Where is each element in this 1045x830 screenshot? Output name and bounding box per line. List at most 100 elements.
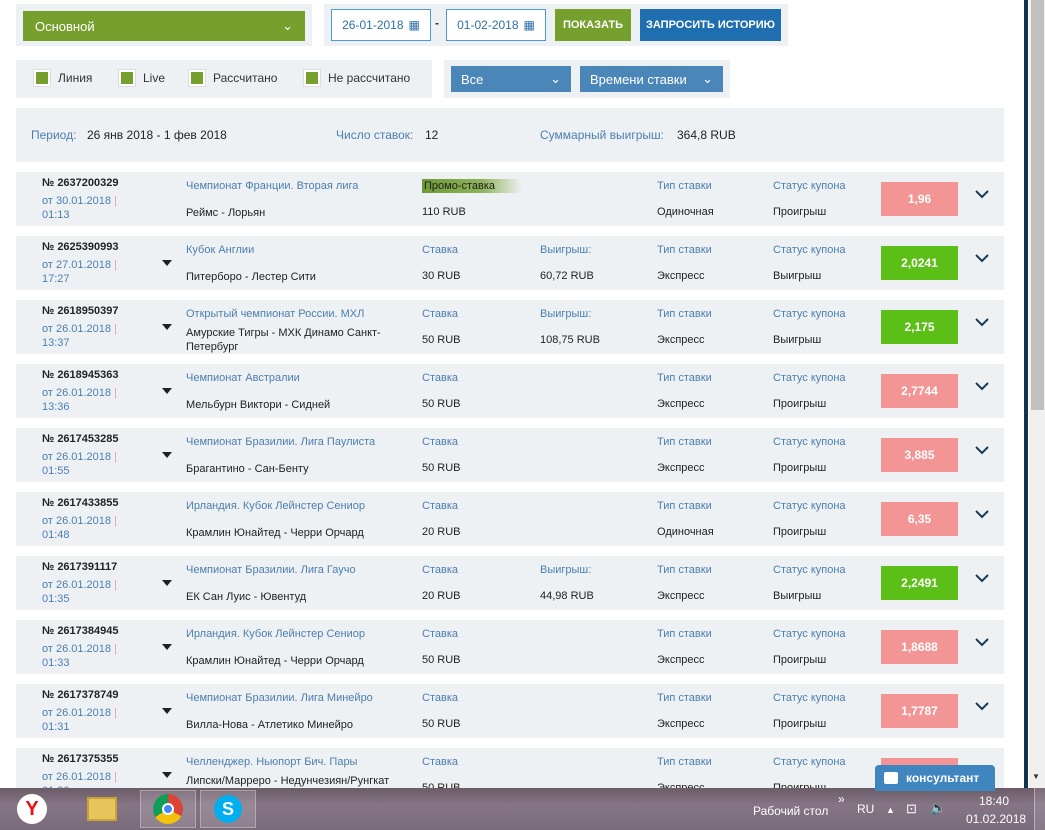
caret-down-icon[interactable] <box>162 452 172 458</box>
checkbox-live[interactable]: Live <box>118 69 166 87</box>
scrollbar-thumb[interactable] <box>1031 0 1044 410</box>
show-desktop-button[interactable] <box>1034 788 1045 830</box>
league-name[interactable]: Ирландия. Кубок Лейнстер Сениор <box>186 628 365 640</box>
skype-icon[interactable]: S <box>200 790 256 828</box>
coupon-status-value: Проигрыш <box>773 526 827 538</box>
match-name: ЕК Сан Луис - Ювентуд <box>186 591 307 603</box>
bet-type-label: Тип ставки <box>657 500 712 512</box>
match-name: Реймс - Лорьян <box>186 207 266 219</box>
stake-value: 50 RUB <box>422 334 461 346</box>
volume-icon[interactable]: 🔈 <box>930 800 946 816</box>
bet-number: № 2617433855 <box>42 497 119 509</box>
checkbox-checked-icon[interactable] <box>303 69 321 87</box>
desktop-toolbar-label[interactable]: Рабочий стол <box>753 804 828 818</box>
league-name[interactable]: Открытый чемпионат России. МХЛ <box>186 308 364 320</box>
stake-label: Ставка <box>422 628 458 640</box>
language-indicator[interactable]: RU <box>857 802 874 816</box>
clock-time[interactable]: 18:40 <box>979 794 1009 808</box>
account-select[interactable]: Основной ⌄ <box>23 11 305 41</box>
bet-time: 01:55 <box>42 465 70 477</box>
expand-chevron-icon[interactable] <box>974 314 990 330</box>
bet-date: от 26.01.2018 | <box>42 323 117 335</box>
network-icon[interactable]: ⊡ <box>906 801 917 817</box>
checkbox-checked-icon[interactable] <box>188 69 206 87</box>
league-name[interactable]: Чемпионат Франции. Вторая лига <box>186 180 358 192</box>
caret-down-icon[interactable] <box>162 388 172 394</box>
league-name[interactable]: Чемпионат Бразилии. Лига Минейро <box>186 692 373 704</box>
checkbox-settled[interactable]: Рассчитано <box>188 69 277 87</box>
chrome-icon[interactable] <box>140 790 196 828</box>
file-explorer-icon[interactable] <box>80 790 124 828</box>
league-name[interactable]: Кубок Англии <box>186 244 254 256</box>
expand-chevron-icon[interactable] <box>974 186 990 202</box>
yandex-browser-icon[interactable]: Y <box>10 790 54 828</box>
stake-label: Ставка <box>422 436 458 448</box>
account-select-value: Основной <box>35 18 95 34</box>
caret-down-icon[interactable] <box>162 644 172 650</box>
expand-chevron-icon[interactable] <box>974 250 990 266</box>
bet-row[interactable]: № 2617391117 от 26.01.2018 | 01:35 Чемпи… <box>16 556 1004 610</box>
bet-number: № 2617384945 <box>42 625 119 637</box>
bet-type-label: Тип ставки <box>657 564 712 576</box>
checkbox-unsettled[interactable]: Не рассчитано <box>303 69 410 87</box>
caret-down-icon[interactable] <box>162 580 172 586</box>
bet-row[interactable]: № 2617433855 от 26.01.2018 | 01:48 Ирлан… <box>16 492 1004 546</box>
stake-value: 30 RUB <box>422 270 461 282</box>
bet-date-value: от 26.01.2018 <box>42 707 112 719</box>
bet-row[interactable]: № 2618945363 от 26.01.2018 | 13:36 Чемпи… <box>16 364 1004 418</box>
toolbar-chevrons[interactable]: » <box>838 792 845 806</box>
bet-row[interactable]: № 2617384945 от 26.01.2018 | 01:33 Ирлан… <box>16 620 1004 674</box>
expand-chevron-icon[interactable] <box>974 634 990 650</box>
date-to-input[interactable]: 01-02-2018 ▦ <box>446 9 546 41</box>
calendar-icon[interactable]: ▦ <box>524 18 535 32</box>
checkbox-line[interactable]: Линия <box>33 69 92 87</box>
checkbox-label: Live <box>143 71 166 85</box>
expand-chevron-icon[interactable] <box>974 570 990 586</box>
consultant-button[interactable]: консультант <box>875 765 995 791</box>
period-label: Период: <box>31 128 77 142</box>
bet-row[interactable]: № 2617378749 от 26.01.2018 | 01:31 Чемпи… <box>16 684 1004 738</box>
league-name[interactable]: Ирландия. Кубок Лейнстер Сениор <box>186 500 365 512</box>
bet-row[interactable]: № 2618950397 от 26.01.2018 | 13:37 Откры… <box>16 300 1004 354</box>
stake-value: 110 RUB <box>422 206 466 218</box>
league-name[interactable]: Чемпионат Бразилии. Лига Гаучо <box>186 564 356 576</box>
league-name[interactable]: Чемпионат Бразилии. Лига Паулиста <box>186 436 375 448</box>
bet-type-value: Экспресс <box>657 270 705 282</box>
checkbox-checked-icon[interactable] <box>33 69 51 87</box>
tray-expand-icon[interactable]: ▲ <box>886 805 895 815</box>
scroll-down-arrow-icon[interactable]: ▼ <box>1032 772 1040 781</box>
expand-chevron-icon[interactable] <box>974 506 990 522</box>
summary-panel: Период: 26 янв 2018 - 1 фев 2018 Число с… <box>16 108 1004 162</box>
coupon-status-label: Статус купона <box>773 756 846 768</box>
caret-down-icon[interactable] <box>162 324 172 330</box>
league-name[interactable]: Чемпионат Австралии <box>186 372 300 384</box>
bet-row[interactable]: № 2625390993 от 27.01.2018 | 17:27 Кубок… <box>16 236 1004 290</box>
expand-chevron-icon[interactable] <box>974 698 990 714</box>
league-name[interactable]: Челленджер. Ньюпорт Бич. Пары <box>186 756 357 768</box>
sort-select[interactable]: Времени ставки ⌄ <box>580 66 723 92</box>
odds-badge: 2,7744 <box>881 374 958 408</box>
caret-down-icon[interactable] <box>162 772 172 778</box>
bet-row[interactable]: № 2617453285 от 26.01.2018 | 01:55 Чемпи… <box>16 428 1004 482</box>
calendar-icon[interactable]: ▦ <box>409 18 420 32</box>
expand-chevron-icon[interactable] <box>974 378 990 394</box>
bet-row[interactable]: № 2637200329 от 30.01.2018 | 01:13 Чемпи… <box>16 172 1004 226</box>
show-button[interactable]: ПОКАЗАТЬ <box>555 9 631 41</box>
win-label: Выигрыш: <box>540 308 592 320</box>
bet-date-value: от 26.01.2018 <box>42 643 112 655</box>
expand-chevron-icon[interactable] <box>974 442 990 458</box>
date-from-input[interactable]: 26-01-2018 ▦ <box>331 9 431 41</box>
caret-down-icon[interactable] <box>162 260 172 266</box>
odds-badge: 1,96 <box>881 182 958 216</box>
clock-date[interactable]: 01.02.2018 <box>966 812 1026 826</box>
bet-type-select[interactable]: Все ⌄ <box>451 66 571 92</box>
checkbox-checked-icon[interactable] <box>118 69 136 87</box>
count-value: 12 <box>425 128 439 142</box>
caret-down-icon[interactable] <box>162 708 172 714</box>
coupon-status-label: Статус купона <box>773 372 846 384</box>
stake-label: Ставка <box>422 372 458 384</box>
bet-type-label: Тип ставки <box>657 436 712 448</box>
stake-label: Ставка <box>422 692 458 704</box>
request-history-button[interactable]: ЗАПРОСИТЬ ИСТОРИЮ <box>640 9 781 41</box>
bet-date-value: от 26.01.2018 <box>42 579 112 591</box>
